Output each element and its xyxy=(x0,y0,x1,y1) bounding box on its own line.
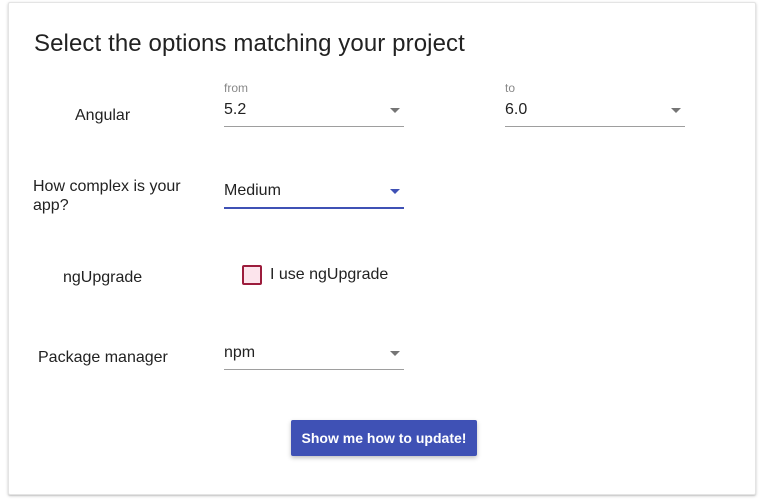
page-title: Select the options matching your project xyxy=(34,30,465,57)
checkbox-square[interactable] xyxy=(242,265,262,285)
options-card: Select the options matching your project… xyxy=(8,2,756,495)
show-update-button[interactable]: Show me how to update! xyxy=(291,420,477,456)
angular-from-value: 5.2 xyxy=(224,101,247,118)
package-manager-label: Package manager xyxy=(38,349,168,366)
angular-from-floating-label: from xyxy=(224,81,248,95)
complexity-select[interactable]: Medium xyxy=(224,162,404,209)
ngupgrade-label: ngUpgrade xyxy=(63,269,143,286)
ngupgrade-checkbox-label[interactable]: I use ngUpgrade xyxy=(270,266,388,284)
angular-from-select[interactable]: from 5.2 xyxy=(224,81,404,127)
chevron-down-icon xyxy=(390,351,400,356)
complexity-label: How complex is your app? xyxy=(33,178,181,214)
package-manager-underline xyxy=(224,369,404,370)
angular-label: Angular xyxy=(75,107,131,124)
package-manager-select[interactable]: npm xyxy=(224,324,404,370)
angular-to-underline xyxy=(505,126,685,127)
angular-to-select[interactable]: to 6.0 xyxy=(505,81,685,127)
angular-to-value: 6.0 xyxy=(505,101,528,118)
chevron-down-icon xyxy=(671,108,681,113)
angular-to-floating-label: to xyxy=(505,81,516,95)
chevron-down-icon xyxy=(390,189,400,194)
complexity-underline xyxy=(224,207,404,209)
chevron-down-icon xyxy=(390,108,400,113)
complexity-value: Medium xyxy=(224,182,281,199)
package-manager-value: npm xyxy=(224,344,256,361)
angular-from-underline xyxy=(224,126,404,127)
